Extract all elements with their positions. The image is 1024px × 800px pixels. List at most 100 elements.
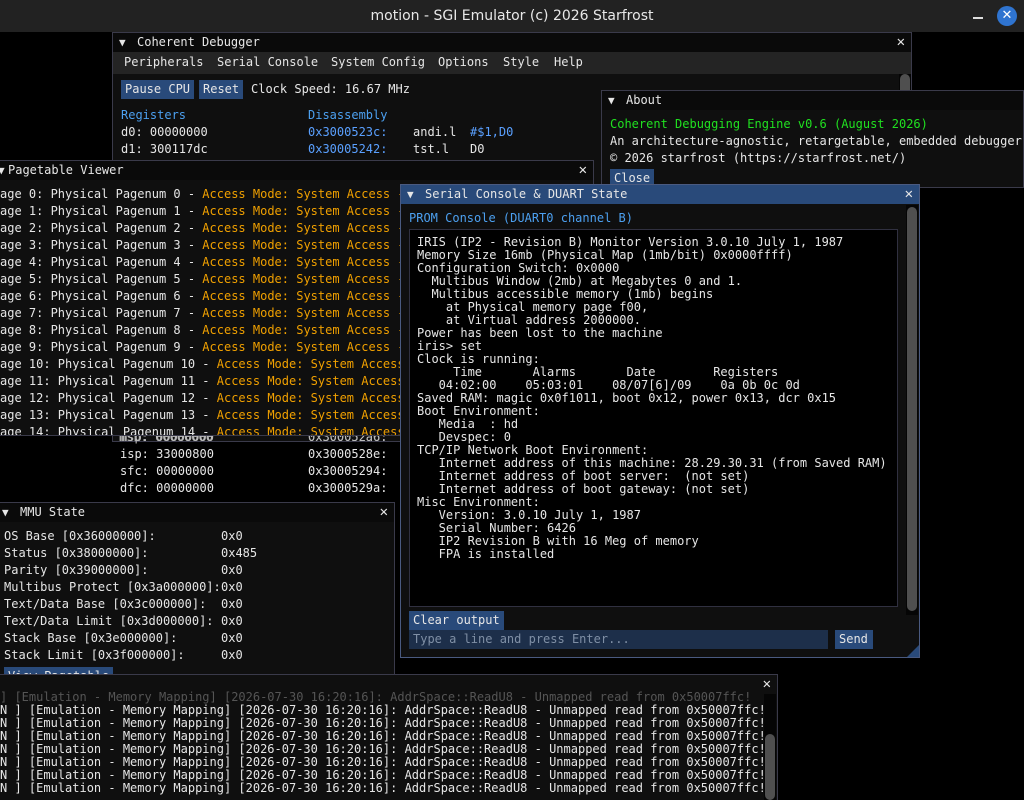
pagetable-row[interactable]: age 2: Physical Pagenum 2 - Access Mode:… bbox=[0, 220, 412, 237]
access-mode: Access Mode: System Access - bbox=[202, 221, 412, 235]
mmu-titlebar[interactable]: ▼ MMU State ✕ bbox=[0, 503, 394, 522]
close-icon[interactable]: ✕ bbox=[997, 6, 1017, 26]
log-line: N ] [Emulation - Memory Mapping] [2026-0… bbox=[0, 781, 766, 795]
mmu-register-value: 0x0 bbox=[221, 580, 243, 594]
register-isp: isp: 33000800 bbox=[120, 447, 214, 461]
access-mode: Access Mode: System Access - bbox=[202, 238, 412, 252]
mmu-register-label: Parity [0x39000000]: bbox=[4, 563, 149, 577]
disasm-addr[interactable]: 0x3000528e: bbox=[308, 447, 387, 461]
collapse-icon[interactable]: ▼ bbox=[0, 164, 5, 177]
reset-button[interactable]: Reset bbox=[199, 80, 244, 99]
pagetable-row[interactable]: age 4: Physical Pagenum 4 - Access Mode:… bbox=[0, 254, 412, 271]
close-icon[interactable]: ✕ bbox=[897, 34, 905, 50]
pagetable-titlebar[interactable]: ▼ Pagetable Viewer ✕ bbox=[0, 161, 593, 180]
mmu-register-value: 0x0 bbox=[221, 563, 243, 577]
disasm-addr[interactable]: 0x3000523c: bbox=[308, 125, 387, 139]
collapse-icon[interactable]: ▼ bbox=[2, 506, 9, 519]
mmu-register-value: 0x0 bbox=[221, 648, 243, 662]
pagetable-row[interactable]: age 0: Physical Pagenum 0 - Access Mode:… bbox=[0, 186, 412, 203]
disasm-arg: D0 bbox=[470, 142, 485, 156]
register-sfc: sfc: 00000000 bbox=[120, 464, 214, 478]
disasm-op: tst.l bbox=[413, 142, 450, 156]
about-titlebar[interactable]: ▼ About bbox=[602, 91, 1023, 110]
resize-grip[interactable] bbox=[907, 645, 919, 657]
debugger-title: Coherent Debugger bbox=[137, 35, 260, 49]
clear-output-button[interactable]: Clear output bbox=[409, 611, 504, 630]
debugger-titlebar[interactable]: ▼ Coherent Debugger ✕ bbox=[113, 33, 911, 52]
access-mode: Access Mode: System Access - bbox=[202, 255, 412, 269]
mmu-register-label: Text/Data Base [0x3c000000]: bbox=[4, 597, 207, 611]
minimize-icon[interactable] bbox=[970, 6, 986, 24]
mmu-register-label: OS Base [0x36000000]: bbox=[4, 529, 156, 543]
pagetable-row[interactable]: age 6: Physical Pagenum 6 - Access Mode:… bbox=[0, 288, 412, 305]
register-dfc: dfc: 00000000 bbox=[120, 481, 214, 495]
menu-peripherals[interactable]: Peripherals bbox=[124, 55, 203, 69]
pagetable-row[interactable]: age 13: Physical Pagenum 13 - Access Mod… bbox=[0, 407, 426, 424]
page-entry-label: age 6: Physical Pagenum 6 - bbox=[0, 289, 203, 303]
pagetable-row[interactable]: age 9: Physical Pagenum 9 - Access Mode:… bbox=[0, 339, 412, 356]
close-icon[interactable]: ✕ bbox=[763, 676, 771, 692]
mmu-register-value: 0x485 bbox=[221, 546, 258, 560]
page-entry-label: age 14: Physical Pagenum 14 - bbox=[0, 425, 217, 436]
page-entry-label: age 2: Physical Pagenum 2 - bbox=[0, 221, 203, 235]
disasm-addr[interactable]: 0x30005242: bbox=[308, 142, 387, 156]
disasm-addr[interactable]: 0x30005294: bbox=[308, 464, 387, 478]
mmu-register-label: Status [0x38000000]: bbox=[4, 546, 149, 560]
page-entry-label: age 7: Physical Pagenum 7 - bbox=[0, 306, 203, 320]
collapse-icon[interactable]: ▼ bbox=[119, 36, 126, 49]
pagetable-row[interactable]: age 10: Physical Pagenum 10 - Access Mod… bbox=[0, 356, 426, 373]
menu-help[interactable]: Help bbox=[554, 55, 583, 69]
log-scrollbar[interactable] bbox=[764, 694, 776, 800]
close-icon[interactable]: ✕ bbox=[380, 504, 388, 520]
access-mode: Access Mode: System Access - bbox=[216, 391, 427, 405]
about-window: ▼ About Coherent Debugging Engine v0.6 (… bbox=[601, 90, 1024, 188]
access-mode: Access Mode: System Access - bbox=[202, 323, 412, 337]
serial-input[interactable]: Type a line and press Enter... bbox=[409, 630, 828, 649]
send-button[interactable]: Send bbox=[835, 630, 873, 649]
scroll-thumb[interactable] bbox=[907, 207, 917, 611]
mmu-register-label: Multibus Protect [0x3a000000]: bbox=[4, 580, 221, 594]
access-mode: Access Mode: System Access - bbox=[216, 408, 427, 422]
disasm-addr[interactable]: 0x3000529a: bbox=[308, 481, 387, 495]
about-description: An architecture-agnostic, retargetable, … bbox=[610, 134, 1024, 148]
page-entry-label: age 0: Physical Pagenum 0 - bbox=[0, 187, 203, 201]
access-mode: Access Mode: System Access - bbox=[202, 204, 412, 218]
mmu-window: ▼ MMU State ✕ OS Base [0x36000000]: 0x0 St… bbox=[0, 502, 395, 688]
menu-options[interactable]: Options bbox=[438, 55, 489, 69]
collapse-icon[interactable]: ▼ bbox=[407, 188, 414, 201]
pagetable-row[interactable]: age 14: Physical Pagenum 14 - Access Mod… bbox=[0, 424, 426, 436]
about-version: Coherent Debugging Engine v0.6 (August 2… bbox=[610, 117, 928, 131]
pagetable-row[interactable]: age 7: Physical Pagenum 7 - Access Mode:… bbox=[0, 305, 412, 322]
access-mode: Access Mode: System Access - bbox=[202, 289, 412, 303]
pagetable-row[interactable]: age 3: Physical Pagenum 3 - Access Mode:… bbox=[0, 237, 412, 254]
page-entry-label: age 4: Physical Pagenum 4 - bbox=[0, 255, 203, 269]
close-icon[interactable]: ✕ bbox=[905, 186, 913, 202]
menu-serial-console[interactable]: Serial Console bbox=[217, 55, 318, 69]
pagetable-row[interactable]: age 11: Physical Pagenum 11 - Access Mod… bbox=[0, 373, 426, 390]
register-d0: d0: 00000000 bbox=[121, 125, 208, 139]
pause-cpu-button[interactable]: Pause CPU bbox=[121, 80, 195, 99]
pagetable-row[interactable]: age 8: Physical Pagenum 8 - Access Mode:… bbox=[0, 322, 412, 339]
access-mode: Access Mode: System Access - bbox=[216, 357, 427, 371]
about-title: About bbox=[626, 93, 663, 107]
mmu-register-label: Stack Base [0x3e000000]: bbox=[4, 631, 178, 645]
close-icon[interactable]: ✕ bbox=[579, 162, 587, 178]
page-entry-label: age 1: Physical Pagenum 1 - bbox=[0, 204, 203, 218]
clock-speed: Clock Speed: 16.67 MHz bbox=[251, 82, 410, 96]
page-entry-label: age 5: Physical Pagenum 5 - bbox=[0, 272, 203, 286]
scroll-thumb[interactable] bbox=[765, 734, 775, 800]
menu-style[interactable]: Style bbox=[503, 55, 539, 69]
page-entry-label: age 10: Physical Pagenum 10 - bbox=[0, 357, 217, 371]
pagetable-row[interactable]: age 5: Physical Pagenum 5 - Access Mode:… bbox=[0, 271, 412, 288]
serial-scrollbar[interactable] bbox=[906, 205, 918, 615]
mmu-register-value: 0x0 bbox=[221, 529, 243, 543]
pagetable-row[interactable]: age 1: Physical Pagenum 1 - Access Mode:… bbox=[0, 203, 412, 220]
serial-output[interactable]: IRIS (IP2 - Revision B) Monitor Version … bbox=[409, 229, 898, 607]
page-entry-label: age 8: Physical Pagenum 8 - bbox=[0, 323, 203, 337]
serial-title: Serial Console & DUART State bbox=[425, 187, 628, 201]
serial-titlebar[interactable]: ▼ Serial Console & DUART State ✕ bbox=[401, 185, 919, 204]
debugger-menubar: Peripherals Serial Console System Config… bbox=[113, 52, 911, 74]
pagetable-row[interactable]: age 12: Physical Pagenum 12 - Access Mod… bbox=[0, 390, 426, 407]
menu-system-config[interactable]: System Config bbox=[331, 55, 425, 69]
collapse-icon[interactable]: ▼ bbox=[608, 94, 615, 107]
